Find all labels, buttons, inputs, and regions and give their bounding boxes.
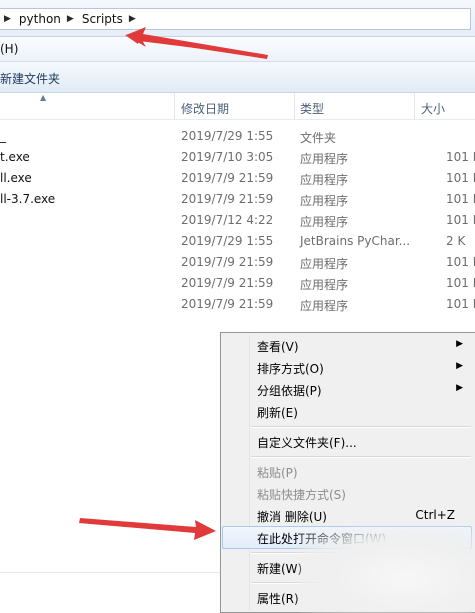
menu-item-undo-delete[interactable]: 撤消 删除(U) Ctrl+Z — [223, 505, 471, 526]
file-row[interactable]: ll.exe 2019/7/9 21:59 应用程序 101 K — [0, 168, 475, 189]
menu-item-label: 查看(V) — [257, 340, 299, 354]
file-name: ll.exe — [0, 171, 32, 185]
menu-item-group[interactable]: 分组依据(P) ▶ — [223, 379, 471, 400]
menu-item-refresh[interactable]: 刷新(E) — [223, 401, 471, 422]
column-type[interactable]: 类型 — [300, 100, 324, 117]
menu-item-label: 自定义文件夹(F)... — [257, 436, 357, 450]
file-date: 2019/7/9 21:59 — [181, 192, 274, 206]
file-row[interactable]: ll-3.7.exe 2019/7/9 21:59 应用程序 101 K — [0, 189, 475, 210]
new-folder-button[interactable]: 新建文件夹 — [0, 70, 60, 87]
file-size: 2 K — [446, 234, 466, 248]
menu-bar: (H) — [0, 37, 475, 62]
menu-item-sort[interactable]: 排序方式(O) ▶ — [223, 357, 471, 378]
menu-separator — [251, 426, 471, 428]
menu-item-label: 新建(W) — [257, 562, 303, 576]
file-row[interactable]: 2019/7/9 21:59 应用程序 101 K — [0, 294, 475, 315]
menu-item-customize-folder[interactable]: 自定义文件夹(F)... — [223, 431, 471, 452]
file-date: 2019/7/29 1:55 — [181, 234, 274, 248]
file-size: 101 K — [446, 171, 475, 185]
file-type: 应用程序 — [300, 278, 349, 292]
file-row[interactable]: 2019/7/12 4:22 应用程序 101 K — [0, 210, 475, 231]
file-size: 101 K — [446, 192, 475, 206]
file-type: 应用程序 — [300, 299, 349, 313]
menu-help[interactable]: (H) — [0, 42, 18, 56]
submenu-arrow-icon: ▶ — [456, 339, 463, 349]
column-header: ▲ 修改日期 类型 大小 — [0, 93, 475, 120]
column-date[interactable]: 修改日期 — [181, 100, 229, 117]
file-date: 2019/7/9 21:59 — [181, 255, 274, 269]
file-date: 2019/7/29 1:55 — [181, 129, 274, 143]
file-name: ll-3.7.exe — [0, 192, 56, 206]
menu-item-label: 粘贴(P) — [257, 466, 298, 480]
column-divider[interactable] — [294, 93, 295, 119]
file-type: 应用程序 — [300, 257, 349, 271]
menu-item-label: 排序方式(O) — [257, 362, 324, 376]
file-type: JetBrains PyChar... — [300, 234, 411, 248]
file-type: 应用程序 — [300, 173, 349, 187]
breadcrumb-item-python[interactable]: python — [17, 12, 63, 26]
file-row[interactable]: t.exe 2019/7/10 3:05 应用程序 101 K — [0, 147, 475, 168]
chevron-right-icon[interactable]: ▶ — [4, 14, 11, 24]
file-size: 101 K — [446, 255, 475, 269]
breadcrumb-item-scripts[interactable]: Scripts — [80, 12, 125, 26]
menu-item-label: 粘贴快捷方式(S) — [257, 488, 346, 502]
menu-item-paste-shortcut: 粘贴快捷方式(S) — [223, 483, 471, 504]
file-row[interactable]: 2019/7/9 21:59 应用程序 101 K — [0, 252, 475, 273]
sort-ascending-icon: ▲ — [40, 93, 47, 102]
chevron-right-icon[interactable]: ▶ — [129, 14, 136, 24]
column-size[interactable]: 大小 — [421, 100, 445, 117]
column-divider[interactable] — [414, 93, 415, 119]
menu-item-label: 分组依据(P) — [257, 384, 322, 398]
menu-item-label: 属性(R) — [257, 592, 299, 606]
file-type: 应用程序 — [300, 152, 349, 166]
file-date: 2019/7/9 21:59 — [181, 276, 274, 290]
blurred-watermark-region — [300, 528, 475, 611]
file-row[interactable]: _ 2019/7/29 1:55 文件夹 — [0, 126, 475, 147]
breadcrumb[interactable]: ▶ python ▶ Scripts ▶ — [0, 8, 471, 30]
file-date: 2019/7/12 4:22 — [181, 213, 274, 227]
annotation-arrow-menu — [79, 518, 216, 540]
toolbar: 新建文件夹 — [0, 62, 475, 93]
address-bar: ▶ python ▶ Scripts ▶ — [0, 0, 475, 37]
menu-item-label: 撤消 删除(U) — [257, 510, 327, 524]
file-size: 101 K — [446, 213, 475, 227]
file-date: 2019/7/9 21:59 — [181, 171, 274, 185]
menu-item-paste: 粘贴(P) — [223, 461, 471, 482]
file-name: _ — [0, 129, 6, 143]
menu-item-shortcut: Ctrl+Z — [415, 508, 455, 522]
submenu-arrow-icon: ▶ — [456, 361, 463, 371]
menu-item-view[interactable]: 查看(V) ▶ — [223, 335, 471, 356]
file-type: 应用程序 — [300, 215, 349, 229]
column-divider[interactable] — [174, 93, 175, 119]
menu-separator — [251, 456, 471, 458]
file-row[interactable]: 2019/7/29 1:55 JetBrains PyChar... 2 K — [0, 231, 475, 252]
file-list: _ 2019/7/29 1:55 文件夹 t.exe 2019/7/10 3:0… — [0, 126, 475, 315]
submenu-arrow-icon: ▶ — [456, 383, 463, 393]
menu-item-label: 刷新(E) — [257, 406, 298, 420]
file-row[interactable]: 2019/7/9 21:59 应用程序 101 K — [0, 273, 475, 294]
file-date: 2019/7/9 21:59 — [181, 297, 274, 311]
file-size: 101 K — [446, 150, 475, 164]
file-type: 文件夹 — [300, 131, 337, 145]
chevron-right-icon[interactable]: ▶ — [67, 14, 74, 24]
file-date: 2019/7/10 3:05 — [181, 150, 274, 164]
file-size: 101 K — [446, 276, 475, 290]
file-name: t.exe — [0, 150, 30, 164]
file-size: 101 K — [446, 297, 475, 311]
file-type: 应用程序 — [300, 194, 349, 208]
